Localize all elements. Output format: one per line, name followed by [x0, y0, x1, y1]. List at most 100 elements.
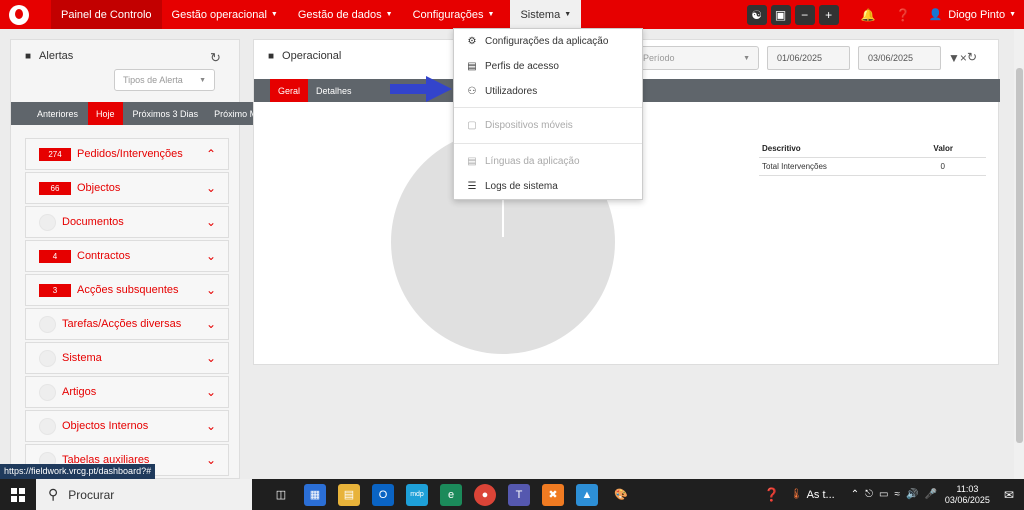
- id-card-icon[interactable]: ▣: [770, 4, 791, 25]
- network-icon[interactable]: ⎋: [865, 489, 873, 500]
- bell-icon[interactable]: 🔔: [861, 8, 876, 22]
- windows-start-icon[interactable]: [0, 479, 36, 510]
- zoom-out-button[interactable]: −: [794, 4, 815, 25]
- refresh-icon[interactable]: ↻: [210, 50, 221, 66]
- menu-item-label: Configurações da aplicação: [485, 36, 609, 47]
- paint-icon[interactable]: 🎨: [610, 484, 632, 506]
- document-icon: ■: [268, 50, 275, 62]
- tab-proximos-3-dias[interactable]: Próximos 3 Dias: [125, 102, 207, 125]
- taskbar-search[interactable]: ⚲ Procurar: [36, 479, 252, 510]
- alert-item-pedidos[interactable]: 274 Pedidos/Intervenções ⌃: [25, 138, 229, 170]
- document-icon: ■: [25, 50, 32, 62]
- period-select[interactable]: Período ▼: [634, 46, 759, 70]
- chevron-up-icon[interactable]: ⌃: [851, 489, 859, 500]
- chevron-up-icon: ⌃: [205, 147, 216, 161]
- gears-icon: ⚙: [467, 36, 477, 47]
- tab-detalhes[interactable]: Detalhes: [308, 79, 360, 102]
- refresh-icon[interactable]: ↻: [967, 50, 977, 64]
- menu-item-logs-sistema[interactable]: ☰ Logs de sistema: [454, 174, 642, 199]
- taskbar-clock[interactable]: 11:03 03/06/2025: [945, 484, 990, 506]
- operacional-title-text: Operacional: [282, 50, 342, 62]
- alerts-title-text: Alertas: [39, 50, 74, 62]
- alert-item-accoes[interactable]: 3 Acções subsquentes ⌄: [25, 274, 229, 306]
- chevron-down-icon: ▼: [199, 76, 206, 84]
- chrome-icon[interactable]: ●: [474, 483, 496, 506]
- chevron-down-icon: ⌄: [205, 351, 216, 365]
- nav-sistema[interactable]: Sistema ▼: [510, 0, 582, 29]
- page-scrollbar[interactable]: [1014, 29, 1024, 479]
- alert-item-contractos[interactable]: 4 Contractos ⌄: [25, 240, 229, 272]
- wifi-icon[interactable]: ≈: [894, 489, 900, 500]
- alerts-title: ■ Alertas: [25, 50, 73, 62]
- xampp-icon[interactable]: ✖: [542, 483, 564, 506]
- clock-time: 11:03: [956, 483, 979, 494]
- notifications-icon[interactable]: ✉: [1004, 488, 1014, 502]
- weather-text[interactable]: As t...: [807, 489, 835, 501]
- nav-configuracoes[interactable]: Configurações ▼: [403, 0, 505, 29]
- teams-icon[interactable]: T: [508, 483, 530, 506]
- menu-item-label: Perfis de acesso: [485, 61, 559, 72]
- nav-gestao-de-dados[interactable]: Gestão de dados ▼: [288, 0, 403, 29]
- alert-item-objectos[interactable]: 66 Objectos ⌄: [25, 172, 229, 204]
- tab-geral[interactable]: Geral: [270, 79, 309, 102]
- photos-icon[interactable]: ▲: [576, 483, 598, 506]
- top-navbar: Painel de Controlo Gestão operacional ▼ G…: [0, 0, 1024, 29]
- blue-arrow-icon: [390, 76, 452, 102]
- store-icon[interactable]: ▦: [304, 483, 326, 506]
- alert-item-documentos[interactable]: Documentos ⌄: [25, 206, 229, 238]
- alert-item-label: Tarefas/Acções diversas: [62, 318, 182, 330]
- menu-item-label: Utilizadores: [485, 86, 538, 97]
- date-from-input[interactable]: 01/06/2025: [767, 46, 850, 70]
- table-row: Total Intervenções 0: [759, 158, 986, 176]
- tab-hoje[interactable]: Hoje: [88, 102, 123, 125]
- clear-filter-icon[interactable]: ▼×: [948, 51, 967, 65]
- alert-type-select[interactable]: Tipos de Alerta ▼: [114, 69, 215, 91]
- task-view-icon[interactable]: ◫: [270, 484, 292, 506]
- empty-badge: [39, 349, 56, 367]
- menu-item-configuracoes-aplicacao[interactable]: ⚙ Configurações da aplicação: [454, 29, 642, 54]
- alert-item-tarefas[interactable]: Tarefas/Acções diversas ⌄: [25, 308, 229, 340]
- count-badge: 3: [39, 283, 71, 297]
- status-url-tooltip: https://fieldwork.vrcg.pt/dashboard?#: [0, 464, 156, 479]
- alert-item-label: Objectos Internos: [62, 420, 149, 432]
- nav-painel-de-controlo[interactable]: Painel de Controlo: [51, 0, 162, 29]
- menu-item-perfis-acesso[interactable]: ▤ Perfis de acesso: [454, 54, 642, 79]
- chevron-down-icon: ⌄: [205, 317, 216, 331]
- menu-item-label: Logs de sistema: [485, 181, 558, 192]
- chat-icon[interactable]: ☯: [746, 4, 767, 25]
- zoom-in-button[interactable]: +: [818, 4, 839, 25]
- user-menu[interactable]: 👤 Diogo Pinto ▼: [928, 8, 1016, 22]
- alert-item-label: Contractos: [77, 250, 131, 262]
- alert-item-label: Acções subsquentes: [77, 284, 179, 296]
- caret-down-icon: ▼: [564, 11, 572, 18]
- count-badge: 274: [39, 147, 71, 161]
- layers-icon: ☰: [467, 181, 477, 192]
- outlook-icon[interactable]: O: [372, 483, 394, 506]
- help-icon[interactable]: ❓: [764, 487, 780, 503]
- alert-type-placeholder: Tipos de Alerta: [123, 75, 183, 85]
- nav-gestao-operacional[interactable]: Gestão operacional ▼: [162, 0, 288, 29]
- empty-badge: [39, 315, 56, 333]
- header-valor: Valor: [933, 144, 953, 153]
- tab-anteriores[interactable]: Anteriores: [29, 102, 86, 125]
- alert-item-objectos-internos[interactable]: Objectos Internos ⌄: [25, 410, 229, 442]
- alert-item-label: Objectos: [77, 182, 121, 194]
- chevron-down-icon: ⌄: [205, 419, 216, 433]
- date-to-input[interactable]: 03/06/2025: [858, 46, 941, 70]
- vodafone-logo-icon[interactable]: [9, 4, 29, 25]
- edge-icon[interactable]: e: [440, 483, 462, 506]
- microphone-icon[interactable]: 🎤: [924, 489, 936, 500]
- file-explorer-icon[interactable]: ▤: [338, 483, 360, 506]
- battery-icon[interactable]: ▭: [879, 489, 888, 500]
- alert-item-artigos[interactable]: Artigos ⌄: [25, 376, 229, 408]
- count-badge: 66: [39, 181, 71, 195]
- alert-item-sistema[interactable]: Sistema ⌄: [25, 342, 229, 374]
- mdp-app-icon[interactable]: mdp: [406, 483, 428, 506]
- windows-taskbar: ⚲ Procurar ◫ ▦ ▤ O mdp e ● T ✖ ▲ 🎨 ❓ 🌡 A…: [0, 479, 1024, 510]
- help-icon[interactable]: ❓: [896, 8, 911, 22]
- volume-icon[interactable]: 🔊: [906, 489, 918, 500]
- menu-item-utilizadores[interactable]: ⚇ Utilizadores: [454, 79, 642, 104]
- scroll-thumb[interactable]: [1016, 68, 1023, 443]
- tablet-icon: ▢: [467, 120, 477, 131]
- alert-item-label: Documentos: [62, 216, 124, 228]
